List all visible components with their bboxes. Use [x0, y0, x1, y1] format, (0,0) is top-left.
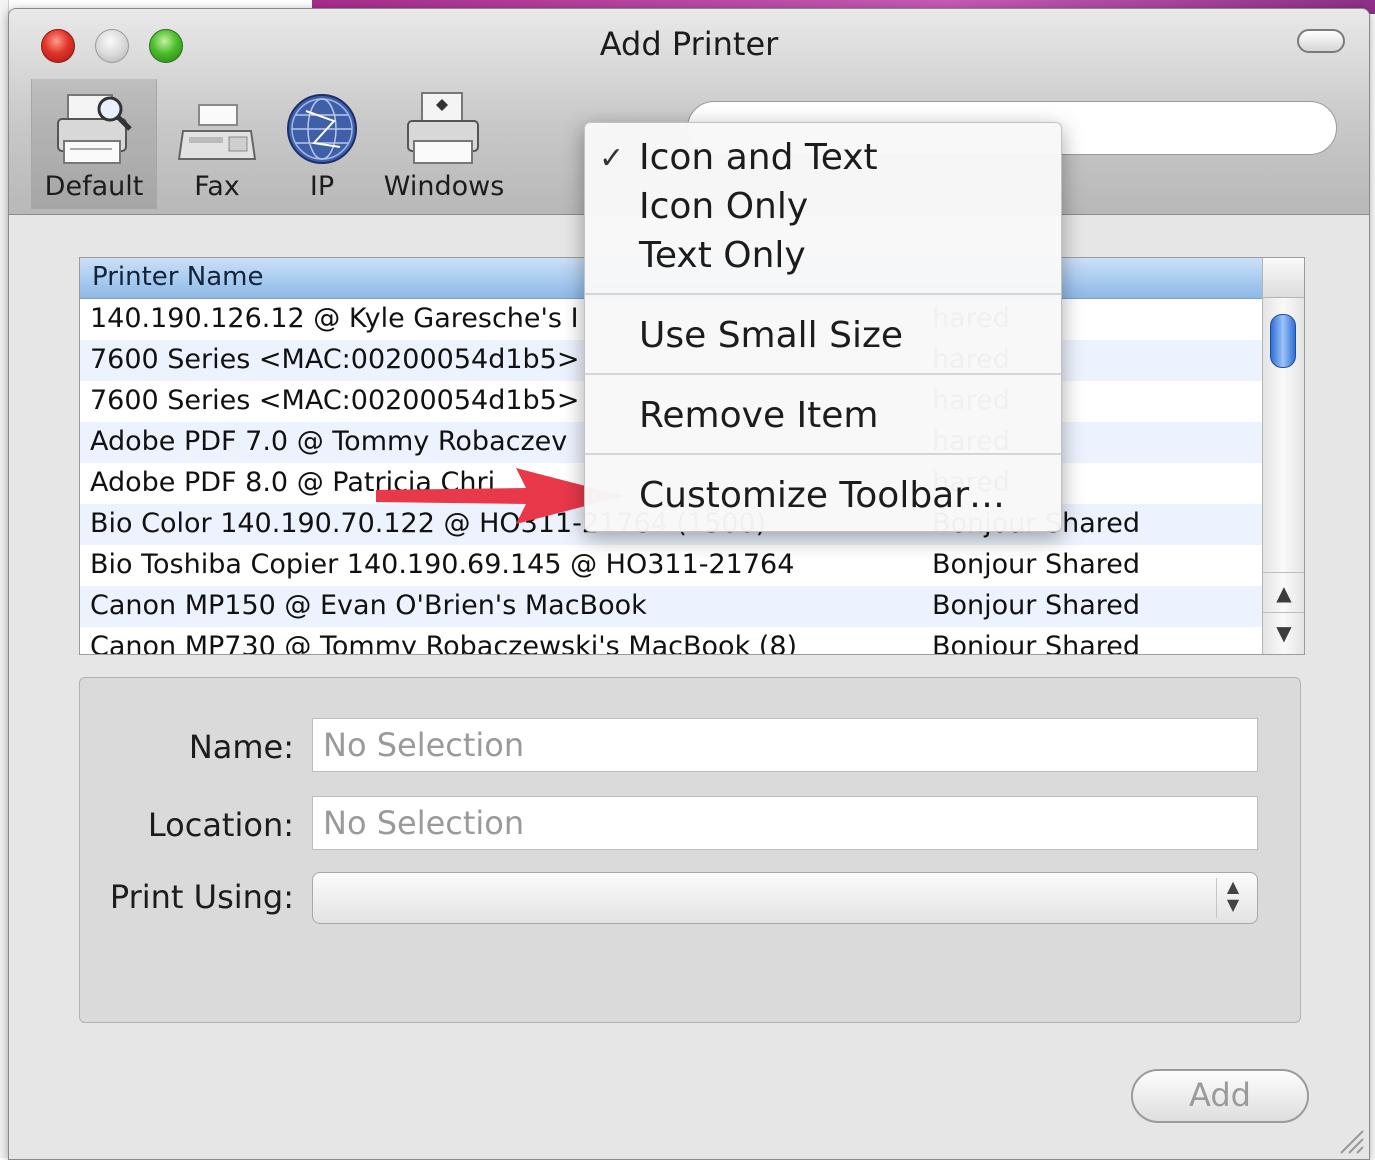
- windows-printer-icon: [407, 92, 479, 164]
- toolbar-context-menu: ✓ Icon and Text Icon Only Text Only Use …: [584, 122, 1062, 532]
- toolbar-toggle-button[interactable]: [1297, 29, 1345, 53]
- toolbar-item-windows[interactable]: Windows: [377, 79, 511, 209]
- printer-details-panel: Name: Location: Print Using: ▲▼: [79, 677, 1301, 1023]
- printer-kind-cell: Bonjour Shared: [932, 549, 1141, 580]
- printer-name-cell: Canon MP730 @ Tommy Robaczewski's MacBoo…: [90, 631, 798, 655]
- menu-item-icon-only[interactable]: Icon Only: [585, 182, 1061, 230]
- table-header-corner: [1262, 258, 1304, 298]
- printer-name-cell: 140.190.126.12 @ Kyle Garesche's I: [90, 303, 579, 334]
- printer-name-cell: Adobe PDF 7.0 @ Tommy Robaczev: [90, 426, 568, 457]
- menu-item-label: Remove Item: [639, 395, 879, 436]
- add-button[interactable]: Add: [1131, 1069, 1309, 1123]
- toolbar-item-fax[interactable]: Fax: [167, 79, 267, 209]
- menu-item-customize-toolbar[interactable]: Customize Toolbar…: [585, 471, 1061, 519]
- scroll-down-arrow-icon[interactable]: ▼: [1263, 612, 1304, 653]
- print-using-label: Print Using:: [109, 878, 294, 916]
- location-field[interactable]: [312, 796, 1258, 850]
- updown-chevron-icon: ▲ ▼: [1216, 878, 1249, 918]
- toolbar-item-ip[interactable]: IP: [277, 79, 367, 209]
- name-field[interactable]: [312, 718, 1258, 772]
- menu-item-label: Icon and Text: [639, 137, 878, 178]
- scrollbar-thumb[interactable]: [1270, 314, 1296, 368]
- menu-item-label: Use Small Size: [639, 315, 904, 356]
- menu-separator: [585, 293, 1061, 295]
- location-label: Location:: [147, 806, 294, 844]
- table-row[interactable]: Canon MP730 @ Tommy Robaczewski's MacBoo…: [80, 627, 1262, 655]
- menu-item-label: Icon Only: [639, 186, 809, 227]
- globe-icon: [287, 94, 357, 164]
- printer-kind-cell: Bonjour Shared: [932, 631, 1141, 655]
- menu-item-icon-and-text[interactable]: ✓ Icon and Text: [585, 133, 1061, 181]
- printer-name-cell: Bio Toshiba Copier 140.190.69.145 @ HO31…: [90, 549, 795, 580]
- printer-kind-cell: Bonjour Shared: [932, 590, 1141, 621]
- printer-name-cell: 7600 Series <MAC:00200054d1b5>: [90, 344, 580, 375]
- resize-grip-icon[interactable]: [1337, 1127, 1365, 1155]
- menu-separator: [585, 453, 1061, 455]
- name-label: Name:: [188, 728, 294, 766]
- scroll-up-arrow-icon[interactable]: ▲: [1263, 572, 1304, 613]
- menu-item-remove-item[interactable]: Remove Item: [585, 391, 1061, 439]
- window-title: Add Printer: [599, 25, 779, 63]
- menu-item-label: Customize Toolbar…: [639, 475, 1006, 516]
- toolbar-item-label: Windows: [383, 171, 505, 202]
- menu-separator: [585, 373, 1061, 375]
- menu-item-text-only[interactable]: Text Only: [585, 231, 1061, 279]
- toolbar-item-label: Default: [44, 171, 144, 202]
- column-header-printer-name[interactable]: Printer Name: [92, 262, 263, 292]
- printer-name-cell: 7600 Series <MAC:00200054d1b5>: [90, 385, 580, 416]
- table-row[interactable]: Bio Toshiba Copier 140.190.69.145 @ HO31…: [80, 545, 1262, 586]
- fax-icon: [177, 104, 257, 160]
- print-using-select[interactable]: ▲ ▼: [312, 872, 1258, 924]
- toolbar-item-label: IP: [309, 171, 335, 202]
- vertical-scrollbar[interactable]: ▲ ▼: [1262, 298, 1304, 654]
- menu-item-label: Text Only: [639, 235, 806, 276]
- toolbar-item-label: Fax: [194, 171, 240, 202]
- menu-item-use-small-size[interactable]: Use Small Size: [585, 311, 1061, 359]
- checkmark-icon: ✓: [599, 141, 625, 176]
- printer-search-icon: [57, 94, 132, 164]
- printer-name-cell: Canon MP150 @ Evan O'Brien's MacBook: [90, 590, 647, 621]
- table-row[interactable]: Canon MP150 @ Evan O'Brien's MacBook Bon…: [80, 586, 1262, 627]
- toolbar-item-default[interactable]: Default: [31, 79, 157, 209]
